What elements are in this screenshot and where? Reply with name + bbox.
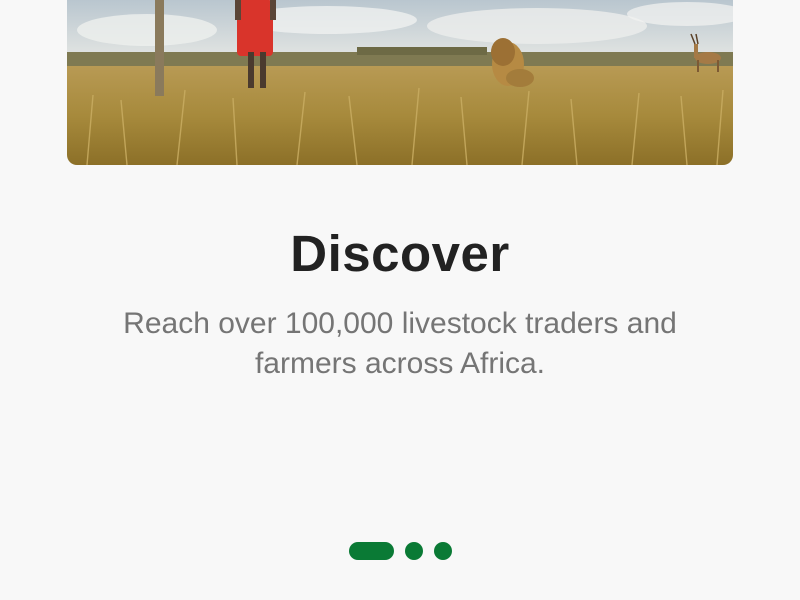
- page-dot-1[interactable]: [348, 542, 394, 560]
- staff-pole: [155, 0, 164, 96]
- page-dot-2[interactable]: [404, 542, 423, 560]
- onboarding-title: Discover: [290, 225, 510, 282]
- savanna-illustration: [67, 0, 733, 165]
- page-dot-3[interactable]: [433, 542, 452, 560]
- onboarding-description: Reach over 100,000 livestock traders and…: [123, 307, 677, 380]
- hero-image: [67, 0, 733, 165]
- page-indicator: [0, 542, 800, 560]
